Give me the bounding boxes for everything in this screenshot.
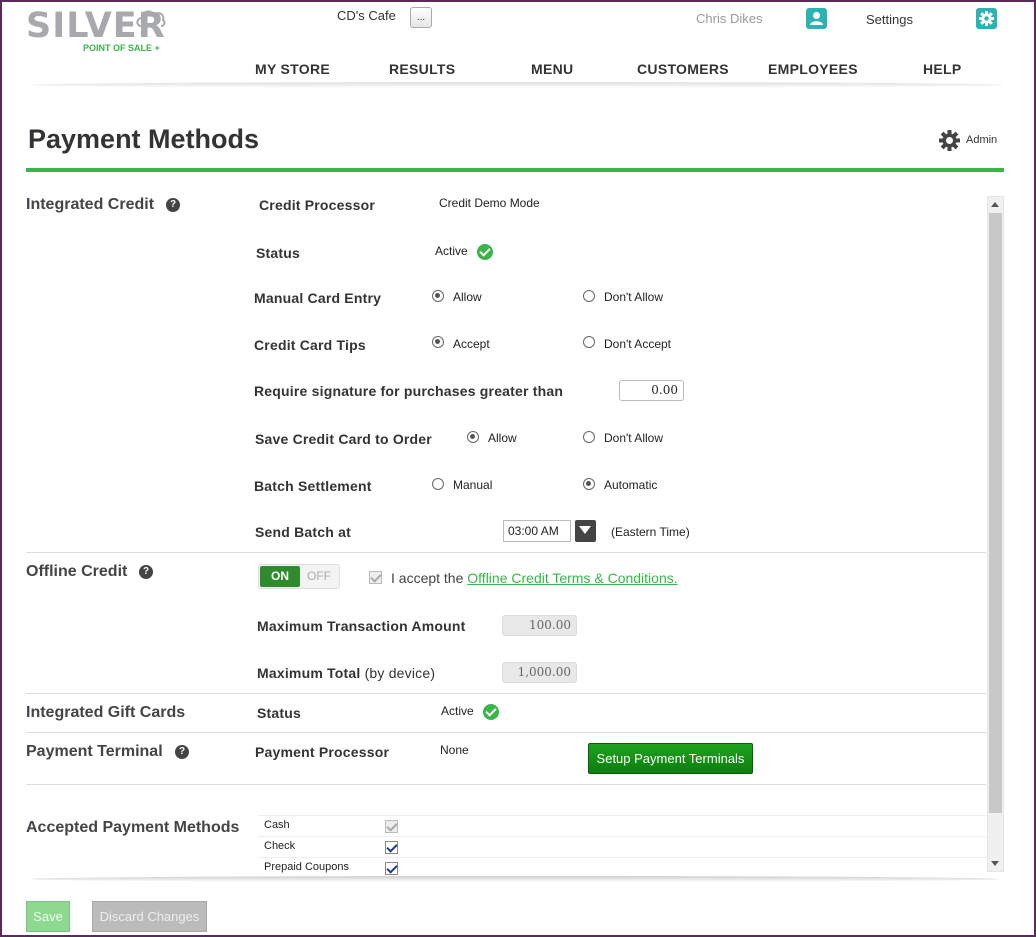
- user-name[interactable]: Chris Dikes: [696, 11, 762, 26]
- max-transaction-input[interactable]: 100.00: [502, 615, 577, 636]
- signature-threshold-label: Require signature for purchases greater …: [254, 383, 564, 399]
- max-transaction-label: Maximum Transaction Amount: [257, 618, 466, 634]
- credit-status-value: Active: [435, 244, 468, 258]
- tips-accept-radio[interactable]: [432, 336, 444, 348]
- payment-method-label: Prepaid Coupons: [264, 861, 350, 873]
- toggle-on-label: ON: [260, 566, 300, 587]
- gift-status-value: Active: [441, 704, 474, 718]
- section-payment-terminal: Payment Terminal: [26, 743, 163, 760]
- save-card-allow-radio[interactable]: [467, 431, 479, 443]
- list-item: Check: [258, 836, 988, 857]
- check-checkbox[interactable]: [385, 841, 398, 854]
- list-item: Cash: [258, 815, 988, 836]
- batch-manual-radio[interactable]: [432, 478, 444, 490]
- section-divider: [26, 693, 986, 694]
- cloud-icon: [136, 10, 166, 27]
- toggle-off-label: OFF: [307, 569, 331, 583]
- section-accepted-methods: Accepted Payment Methods: [26, 819, 240, 836]
- radio-label: Accept: [453, 337, 490, 351]
- radio-label: Manual: [453, 478, 493, 492]
- payment-processor-label: Payment Processor: [255, 744, 390, 760]
- credit-card-tips-label: Credit Card Tips: [254, 337, 366, 353]
- terms-link[interactable]: Offline Credit Terms & Conditions.: [467, 570, 677, 586]
- payment-method-label: Cash: [264, 819, 290, 831]
- discard-changes-button[interactable]: Discard Changes: [92, 901, 207, 932]
- section-divider: [26, 552, 986, 553]
- max-total-suffix: (by device): [364, 665, 436, 681]
- max-total-label: Maximum Total (by device): [257, 665, 435, 681]
- credit-processor-value: Credit Demo Mode: [439, 196, 540, 210]
- nav-employees[interactable]: EMPLOYEES: [768, 61, 858, 77]
- section-gift-cards: Integrated Gift Cards: [26, 704, 186, 721]
- list-item: Prepaid Coupons: [258, 857, 988, 878]
- manual-entry-dont-allow-radio[interactable]: [583, 290, 595, 302]
- store-name: CD's Cafe: [337, 8, 396, 23]
- terms-checkbox[interactable]: [369, 571, 382, 584]
- terms-prefix: I accept the: [391, 570, 464, 586]
- send-batch-time-input[interactable]: 03:00 AM: [503, 520, 571, 542]
- status-ok-icon: [477, 244, 493, 260]
- content-scrollbar[interactable]: [987, 196, 1004, 872]
- scroll-up-icon[interactable]: [991, 202, 999, 207]
- nav-my-store[interactable]: MY STORE: [255, 61, 330, 77]
- title-divider: [26, 168, 1004, 172]
- send-batch-label: Send Batch at: [255, 524, 351, 540]
- nav-help[interactable]: HELP: [923, 61, 962, 77]
- nav-menu[interactable]: MENU: [531, 61, 573, 77]
- section-divider: [26, 784, 986, 785]
- help-icon[interactable]: ?: [175, 745, 189, 759]
- save-card-dont-allow-radio[interactable]: [583, 431, 595, 443]
- help-icon[interactable]: ?: [166, 198, 180, 212]
- admin-link[interactable]: Admin: [966, 134, 997, 146]
- nav-customers[interactable]: CUSTOMERS: [637, 61, 729, 77]
- section-divider: [26, 732, 986, 733]
- payment-method-label: Check: [264, 840, 296, 852]
- chevron-down-icon[interactable]: [575, 520, 596, 542]
- user-icon[interactable]: [806, 8, 827, 29]
- radio-label: Allow: [453, 290, 482, 304]
- timezone-label: (Eastern Time): [611, 525, 690, 539]
- nav-results[interactable]: RESULTS: [389, 61, 455, 77]
- scroll-down-icon[interactable]: [991, 861, 999, 866]
- manual-entry-allow-radio[interactable]: [432, 290, 444, 302]
- signature-threshold-input[interactable]: 0.00: [619, 380, 684, 401]
- status-ok-icon: [483, 704, 499, 720]
- logo-tagline: POINT OF SALE +: [83, 43, 160, 53]
- settings-link[interactable]: Settings: [866, 12, 913, 27]
- tips-dont-accept-radio[interactable]: [583, 336, 595, 348]
- max-total-input[interactable]: 1,000.00: [502, 662, 577, 683]
- credit-processor-label: Credit Processor: [259, 197, 376, 213]
- silver-logo[interactable]: SILVER POINT OF SALE +: [26, 6, 166, 56]
- save-card-label: Save Credit Card to Order: [255, 431, 432, 447]
- store-menu-button[interactable]: ...: [410, 7, 432, 28]
- radio-label: Don't Allow: [604, 290, 663, 304]
- manual-card-entry-label: Manual Card Entry: [254, 290, 382, 306]
- gear-icon[interactable]: [976, 8, 997, 29]
- batch-automatic-radio[interactable]: [583, 478, 595, 490]
- payment-processor-value: None: [440, 743, 469, 757]
- max-total-text: Maximum Total: [257, 665, 361, 681]
- save-button[interactable]: Save: [26, 901, 70, 932]
- credit-status-label: Status: [256, 245, 300, 261]
- section-offline-credit: Offline Credit: [26, 563, 128, 580]
- page-title: Payment Methods: [28, 124, 260, 154]
- prepaid-coupons-checkbox[interactable]: [385, 862, 398, 875]
- gear-icon[interactable]: [938, 129, 961, 152]
- radio-label: Automatic: [604, 478, 658, 492]
- scroll-thumb[interactable]: [989, 213, 1002, 813]
- radio-label: Allow: [488, 431, 517, 445]
- terms-text: I accept the Offline Credit Terms & Cond…: [391, 570, 678, 586]
- setup-payment-terminals-button[interactable]: Setup Payment Terminals: [588, 743, 753, 774]
- radio-label: Don't Accept: [604, 337, 671, 351]
- offline-credit-toggle[interactable]: ON OFF: [258, 564, 340, 589]
- nav-divider: [32, 82, 1004, 88]
- help-icon[interactable]: ?: [139, 565, 153, 579]
- content-bottom-divider: [30, 876, 1000, 882]
- cash-checkbox[interactable]: [385, 820, 398, 833]
- gift-status-label: Status: [257, 705, 301, 721]
- radio-label: Don't Allow: [604, 431, 663, 445]
- batch-settlement-label: Batch Settlement: [254, 478, 372, 494]
- section-integrated-credit: Integrated Credit: [26, 196, 155, 213]
